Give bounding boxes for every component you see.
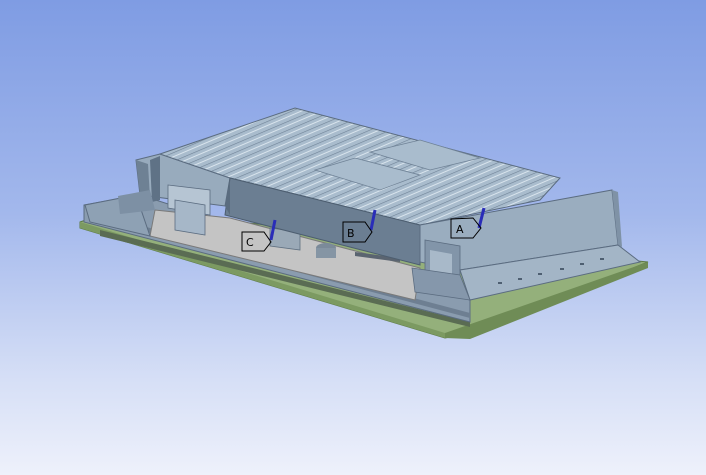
probe-label-c: C [246,236,254,249]
heatsink-top[interactable] [158,107,561,226]
probe-label-a: A [456,223,464,236]
graphics-viewport[interactable]: A B C [0,0,706,475]
probe-label-b: B [347,227,355,240]
3d-model-view[interactable]: A B C [0,0,706,475]
